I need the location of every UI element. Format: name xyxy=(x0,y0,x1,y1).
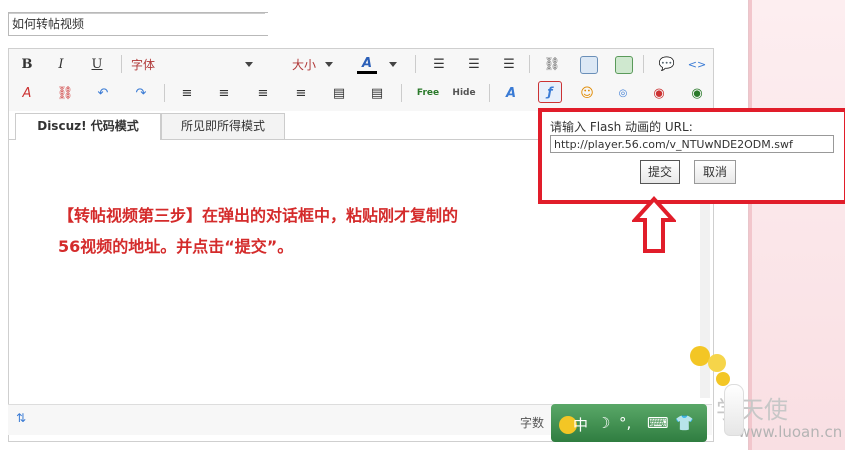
vase-icon xyxy=(724,384,744,436)
submit-button[interactable]: 提交 xyxy=(640,160,680,184)
toolbar-separator xyxy=(121,55,122,73)
font-size-dropdown[interactable]: 大小 xyxy=(292,56,316,73)
flower-icon xyxy=(716,372,730,386)
toolbar-separator xyxy=(643,55,644,73)
float-right-icon[interactable]: ▤ xyxy=(367,83,387,103)
editor-toolbar: B I U 字体 大小 A ☰ ☰ ☰ ⛓ 💬 <> A ⛓ ↶ ↷ ≡ ≡ ≡… xyxy=(9,49,713,112)
chevron-down-icon xyxy=(245,62,253,67)
tab-code-mode[interactable]: Discuz! 代码模式 xyxy=(15,113,161,140)
flash-url-input[interactable]: http://player.56.com/v_NTUwNDE2ODM.swf xyxy=(550,135,834,153)
toolbar-separator xyxy=(529,55,530,73)
tab-wysiwyg-mode[interactable]: 所见即所得模式 xyxy=(161,113,285,139)
resize-handle-icon[interactable]: ⇅ xyxy=(16,411,26,425)
font-color-swatch xyxy=(357,71,377,74)
flash-url-label: 请输入 Flash 动画的 URL: xyxy=(550,120,693,134)
redo-icon[interactable]: ↷ xyxy=(131,83,151,103)
remove-format-icon[interactable]: A xyxy=(17,83,37,103)
code-icon[interactable]: <> xyxy=(687,54,707,74)
float-left-icon[interactable]: ▤ xyxy=(329,83,349,103)
link-icon[interactable]: ⛓ xyxy=(542,54,562,74)
toolbar-separator xyxy=(164,84,165,102)
watermark-url: www.luoan.cn xyxy=(738,423,843,441)
page-right-background xyxy=(752,0,845,450)
cancel-button[interactable]: 取消 xyxy=(694,160,736,184)
chevron-down-icon xyxy=(325,62,333,67)
align-center-icon[interactable]: ☰ xyxy=(464,54,484,74)
ordered-list-icon[interactable]: ≡ xyxy=(177,83,197,103)
undo-icon[interactable]: ↶ xyxy=(93,83,113,103)
chevron-down-icon xyxy=(389,62,397,67)
italic-button[interactable]: I xyxy=(51,54,71,74)
up-arrow-icon xyxy=(632,196,676,253)
font-style-icon[interactable]: A xyxy=(501,83,521,103)
quote-icon[interactable]: 💬 xyxy=(657,54,677,74)
image-icon[interactable] xyxy=(615,56,633,74)
unordered-list-icon[interactable]: ≡ xyxy=(214,83,234,103)
outdent-icon[interactable]: ≡ xyxy=(253,83,273,103)
font-family-dropdown[interactable]: 字体 xyxy=(131,56,155,73)
word-count-label: 字数 xyxy=(520,416,545,430)
keyboard-icon[interactable]: ⌨ xyxy=(647,414,669,432)
align-left-icon[interactable]: ☰ xyxy=(429,54,449,74)
unlink-icon[interactable]: ⛓ xyxy=(55,83,75,103)
instruction-line-1: 【转帖视频第三步】在弹出的对话框中，粘贴刚才复制的 xyxy=(58,206,459,225)
qq-icon[interactable]: ☺ xyxy=(577,83,597,103)
indent-icon[interactable]: ≡ xyxy=(291,83,311,103)
email-icon[interactable] xyxy=(580,56,598,74)
font-color-button[interactable]: A xyxy=(357,53,377,73)
underline-button[interactable]: U xyxy=(87,54,107,74)
bold-button[interactable]: B xyxy=(17,54,37,74)
ime-mode-toggle[interactable]: 中 xyxy=(573,414,588,435)
skin-icon[interactable]: 👕 xyxy=(675,414,694,432)
flower-icon xyxy=(708,354,726,372)
toolbar-separator xyxy=(401,84,402,102)
hide-button[interactable]: Hide xyxy=(449,83,479,103)
media-icon[interactable]: ◉ xyxy=(687,83,707,103)
instruction-line-2: 56视频的地址。并点击“提交”。 xyxy=(58,237,294,256)
media-player-icon[interactable]: ◉ xyxy=(649,83,669,103)
real-media-icon[interactable]: ◎ xyxy=(613,83,633,103)
toolbar-separator xyxy=(489,84,490,102)
align-right-icon[interactable]: ☰ xyxy=(499,54,519,74)
flash-icon[interactable]: ƒ xyxy=(538,81,562,103)
flash-url-dialog: 请输入 Flash 动画的 URL: http://player.56.com/… xyxy=(538,108,845,204)
moon-icon[interactable]: ☽ xyxy=(597,414,610,432)
free-button[interactable]: Free xyxy=(413,83,443,103)
flower-icon xyxy=(690,346,710,366)
toolbar-separator xyxy=(415,55,416,73)
ime-toolbar[interactable]: 中 ☽ °, ⌨ 👕 xyxy=(551,404,707,442)
instruction-text: 【转帖视频第三步】在弹出的对话框中，粘贴刚才复制的 56视频的地址。并点击“提交… xyxy=(58,200,578,262)
thread-title-input[interactable]: 如何转帖视频 xyxy=(8,12,268,36)
ime-punctuation-toggle[interactable]: °, xyxy=(619,414,631,432)
